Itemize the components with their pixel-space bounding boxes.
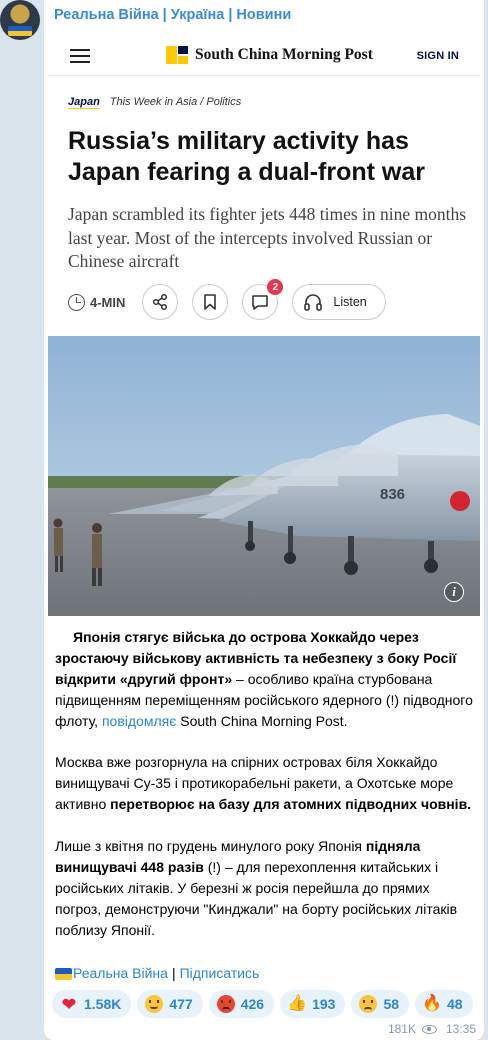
publication-name: South China Morning Post xyxy=(195,46,373,63)
clock-icon xyxy=(68,293,85,311)
reaction-count: 58 xyxy=(383,996,400,1012)
subscribe-link[interactable]: Підписатись xyxy=(180,963,260,984)
channel-avatar[interactable] xyxy=(0,0,40,40)
reaction-count: 48 xyxy=(447,996,463,1012)
source-link[interactable]: повідомляє xyxy=(102,713,176,729)
scmp-header: South China Morning Post SIGN IN xyxy=(48,36,480,76)
section-link[interactable]: Japan xyxy=(68,96,100,108)
ukraine-flag-icon xyxy=(8,26,32,36)
reaction-count: 477 xyxy=(169,996,193,1012)
bookmark-button[interactable] xyxy=(192,284,229,320)
reaction-count: 426 xyxy=(240,996,265,1012)
fire-icon: 🔥 xyxy=(422,995,442,1012)
message-meta: 181K 13:35 xyxy=(388,1022,476,1036)
article-headline: Russia’s military activity has Japan fea… xyxy=(68,127,426,186)
angry-face-icon xyxy=(216,995,235,1013)
scmp-logo[interactable]: South China Morning Post xyxy=(166,46,373,64)
signature-separator: | xyxy=(171,965,176,981)
p1-tail-text: South China Morning Post. xyxy=(176,713,348,729)
channel-name[interactable]: Реальна Війна | Україна | Новини xyxy=(54,7,291,23)
bookmark-icon xyxy=(204,294,217,310)
message-paragraph-3: Лише з квітня по грудень минулого року Я… xyxy=(55,836,475,941)
reaction-count: 193 xyxy=(312,996,336,1012)
heart-icon: ❤ xyxy=(61,994,77,1014)
info-icon[interactable]: i xyxy=(444,582,464,602)
scmp-logo-icon xyxy=(166,46,188,64)
view-count: 181K xyxy=(387,1022,416,1036)
breadcrumb: Japan This Week in Asia / Politics xyxy=(68,96,241,108)
reaction-sad[interactable]: 58 xyxy=(351,990,410,1018)
reaction-count: 1.58K xyxy=(84,996,122,1012)
sad-face-icon xyxy=(359,995,378,1013)
message-signature: Реальна Війна | Підписатись xyxy=(55,963,259,984)
thumbs-up-icon: 👍 xyxy=(287,995,308,1012)
reaction-thumbs-up[interactable]: 👍 193 xyxy=(280,990,346,1018)
reaction-angry[interactable]: 426 xyxy=(208,990,275,1018)
share-button[interactable] xyxy=(142,284,179,320)
p3-text-start: Лише з квітня по грудень минулого року Я… xyxy=(55,838,366,854)
comment-icon xyxy=(252,295,269,310)
message-time: 13:35 xyxy=(445,1022,476,1036)
read-time: 4-MIN xyxy=(68,293,126,311)
listen-button[interactable]: Listen xyxy=(292,284,386,320)
reaction-grin[interactable]: 477 xyxy=(137,990,203,1018)
message-paragraph-1: Японія стягує війська до острова Хоккайд… xyxy=(55,627,475,732)
listen-label: Listen xyxy=(333,295,367,309)
reaction-fire[interactable]: 🔥 48 xyxy=(415,990,473,1018)
topic-label: This Week in Asia / Politics xyxy=(109,96,242,108)
grin-face-icon xyxy=(145,995,164,1013)
channel-link[interactable]: Реальна Війна xyxy=(73,963,168,984)
sign-in-button[interactable]: SIGN IN xyxy=(417,50,459,62)
headphones-icon xyxy=(304,294,323,311)
read-time-label: 4-MIN xyxy=(90,294,126,310)
article-preview[interactable]: South China Morning Post SIGN IN Japan T… xyxy=(48,36,480,616)
p2-bold-text: перетворює на базу для атомних підводних… xyxy=(110,796,472,812)
menu-icon[interactable] xyxy=(70,49,90,63)
message-paragraph-2: Москва вже розгорнула на спірних острова… xyxy=(55,752,475,815)
reactions-bar: ❤ 1.58K 477 426 👍 193 58 🔥 48 xyxy=(52,990,473,1018)
article-dek: Japan scrambled its fighter jets 448 tim… xyxy=(68,204,467,271)
eye-icon xyxy=(421,1024,437,1034)
tail-number: 836 xyxy=(380,486,405,503)
share-icon xyxy=(153,293,168,311)
reaction-heart[interactable]: ❤ 1.58K xyxy=(52,990,132,1018)
comments-button[interactable]: 2 xyxy=(242,279,284,320)
article-actions: 4-MIN 2 Listen xyxy=(68,279,386,320)
article-photo[interactable]: 836 i xyxy=(48,336,480,616)
ukraine-flag-icon xyxy=(55,967,72,980)
fighter-jets-image: 836 xyxy=(48,336,480,616)
comment-count-badge: 2 xyxy=(267,279,284,295)
